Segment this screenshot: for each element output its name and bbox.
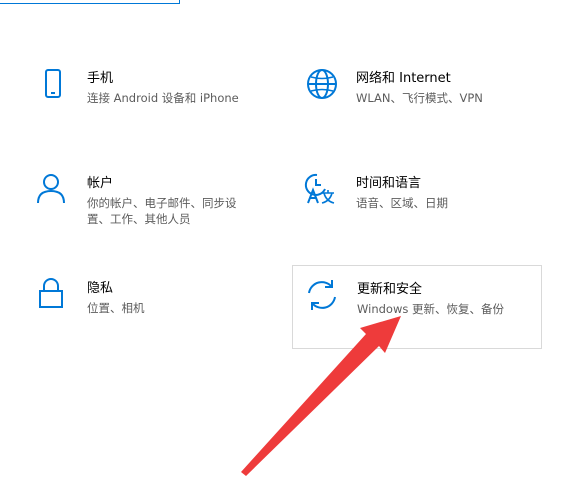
tile-update-security[interactable]: 更新和安全 Windows 更新、恢复、备份: [292, 265, 542, 349]
tile-phone-title: 手机: [87, 71, 114, 86]
tile-privacy-title: 隐私: [87, 281, 114, 296]
sync-icon: [305, 278, 339, 312]
tile-phone-desc: 连接 Android 设备和 iPhone: [87, 91, 239, 105]
person-icon: [34, 171, 68, 205]
tile-time-language[interactable]: 时间和语言 语音、区域、日期: [300, 165, 545, 235]
search-box-edge[interactable]: [0, 0, 180, 4]
globe-icon: [305, 67, 339, 101]
tile-time-language-title: 时间和语言: [356, 176, 422, 191]
settings-home: 手机 连接 Android 设备和 iPhone 网络和 Internet WL…: [0, 0, 580, 502]
tile-privacy-desc: 位置、相机: [87, 301, 145, 315]
lock-icon: [34, 276, 68, 310]
tile-privacy[interactable]: 隐私 位置、相机: [30, 270, 270, 340]
tile-time-language-desc: 语音、区域、日期: [356, 196, 448, 210]
tile-accounts-desc-line1: 你的帐户、电子邮件、同步设: [87, 196, 237, 210]
tile-accounts-desc-line2: 置、工作、其他人员: [87, 212, 191, 226]
phone-icon: [36, 67, 70, 101]
tile-update-security-desc: Windows 更新、恢复、备份: [357, 302, 504, 316]
tile-accounts[interactable]: 帐户 你的帐户、电子邮件、同步设 置、工作、其他人员: [30, 165, 270, 245]
tile-network[interactable]: 网络和 Internet WLAN、飞行模式、VPN: [300, 60, 545, 130]
tile-phone[interactable]: 手机 连接 Android 设备和 iPhone: [30, 60, 270, 130]
tile-network-title: 网络和 Internet: [356, 71, 451, 86]
time-language-icon: [303, 171, 337, 205]
tile-accounts-title: 帐户: [87, 176, 114, 191]
tile-network-desc: WLAN、飞行模式、VPN: [356, 91, 483, 105]
tile-update-security-title: 更新和安全: [357, 282, 423, 297]
